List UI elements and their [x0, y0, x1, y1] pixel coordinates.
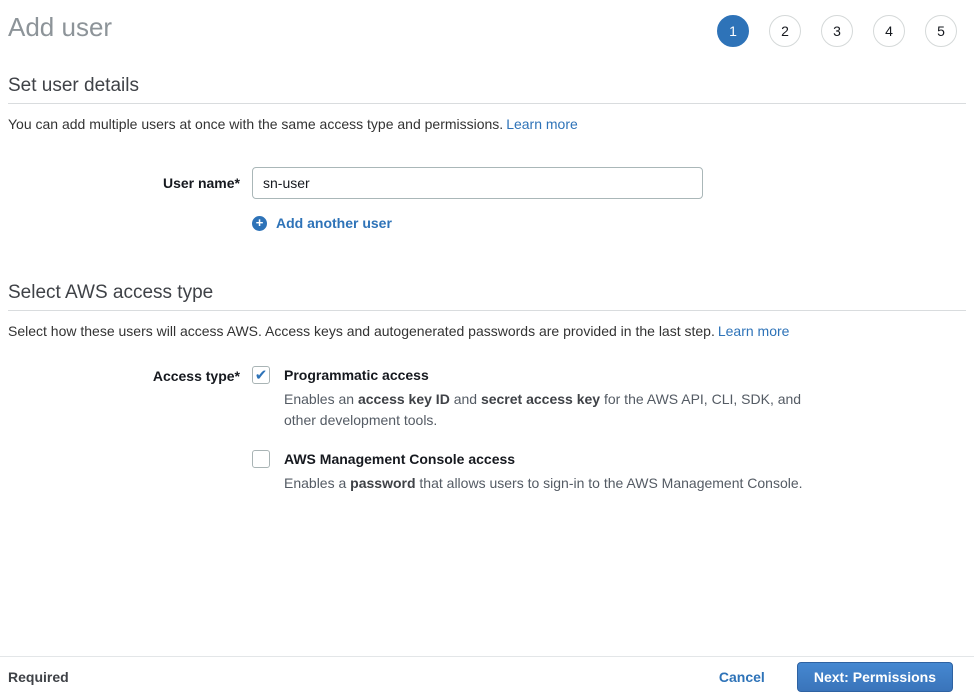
- user-name-field-wrap: [252, 167, 703, 199]
- user-name-input[interactable]: [252, 167, 703, 199]
- step-3: 3: [821, 15, 853, 47]
- page-header: Add user 1 2 3 4 5: [8, 0, 966, 47]
- divider: [8, 310, 966, 311]
- checkmark-icon: ✔: [255, 368, 268, 383]
- programmatic-access-body: Programmatic access Enables an access ke…: [284, 366, 814, 431]
- console-access-body: AWS Management Console access Enables a …: [284, 450, 803, 494]
- section-heading-access-type: Select AWS access type: [8, 281, 966, 305]
- access-type-intro-text: Select how these users will access AWS. …: [8, 323, 715, 339]
- required-note: Required: [8, 669, 69, 685]
- user-details-intro-text: You can add multiple users at once with …: [8, 116, 503, 132]
- option-programmatic-access: ✔ Programmatic access Enables an access …: [252, 366, 814, 431]
- step-2: 2: [769, 15, 801, 47]
- wizard-step-indicator: 1 2 3 4 5: [717, 15, 957, 47]
- access-type-row: Access type* ✔ Programmatic access Enabl…: [8, 366, 966, 494]
- plus-icon: +: [252, 216, 267, 231]
- footer-actions: Cancel Next: Permissions: [719, 662, 966, 692]
- add-user-page: Add user 1 2 3 4 5 Set user details You …: [0, 0, 974, 494]
- user-name-row: User name*: [8, 167, 966, 199]
- learn-more-link-access-type[interactable]: Learn more: [718, 323, 790, 339]
- add-another-user-label: Add another user: [276, 215, 392, 231]
- access-type-intro: Select how these users will access AWS. …: [8, 322, 966, 341]
- access-type-label: Access type*: [8, 366, 240, 494]
- programmatic-access-title[interactable]: Programmatic access: [284, 366, 814, 385]
- page-title: Add user: [8, 11, 112, 43]
- console-access-title[interactable]: AWS Management Console access: [284, 450, 803, 469]
- step-5: 5: [925, 15, 957, 47]
- console-access-checkbox[interactable]: [252, 450, 270, 468]
- cancel-button[interactable]: Cancel: [719, 669, 765, 685]
- user-name-label: User name*: [8, 167, 240, 199]
- programmatic-access-checkbox[interactable]: ✔: [252, 366, 270, 384]
- learn-more-link-user-details[interactable]: Learn more: [506, 116, 578, 132]
- wizard-footer: Required Cancel Next: Permissions: [0, 656, 974, 697]
- divider: [8, 103, 966, 104]
- user-details-intro: You can add multiple users at once with …: [8, 115, 966, 134]
- step-1: 1: [717, 15, 749, 47]
- console-access-description: Enables a password that allows users to …: [284, 473, 803, 494]
- programmatic-access-description: Enables an access key ID and secret acce…: [284, 389, 814, 431]
- section-heading-user-details: Set user details: [8, 74, 966, 98]
- option-console-access: AWS Management Console access Enables a …: [252, 450, 814, 494]
- add-another-user-button[interactable]: + Add another user: [252, 215, 392, 231]
- step-4: 4: [873, 15, 905, 47]
- next-permissions-button[interactable]: Next: Permissions: [797, 662, 953, 692]
- access-type-options: ✔ Programmatic access Enables an access …: [252, 366, 814, 494]
